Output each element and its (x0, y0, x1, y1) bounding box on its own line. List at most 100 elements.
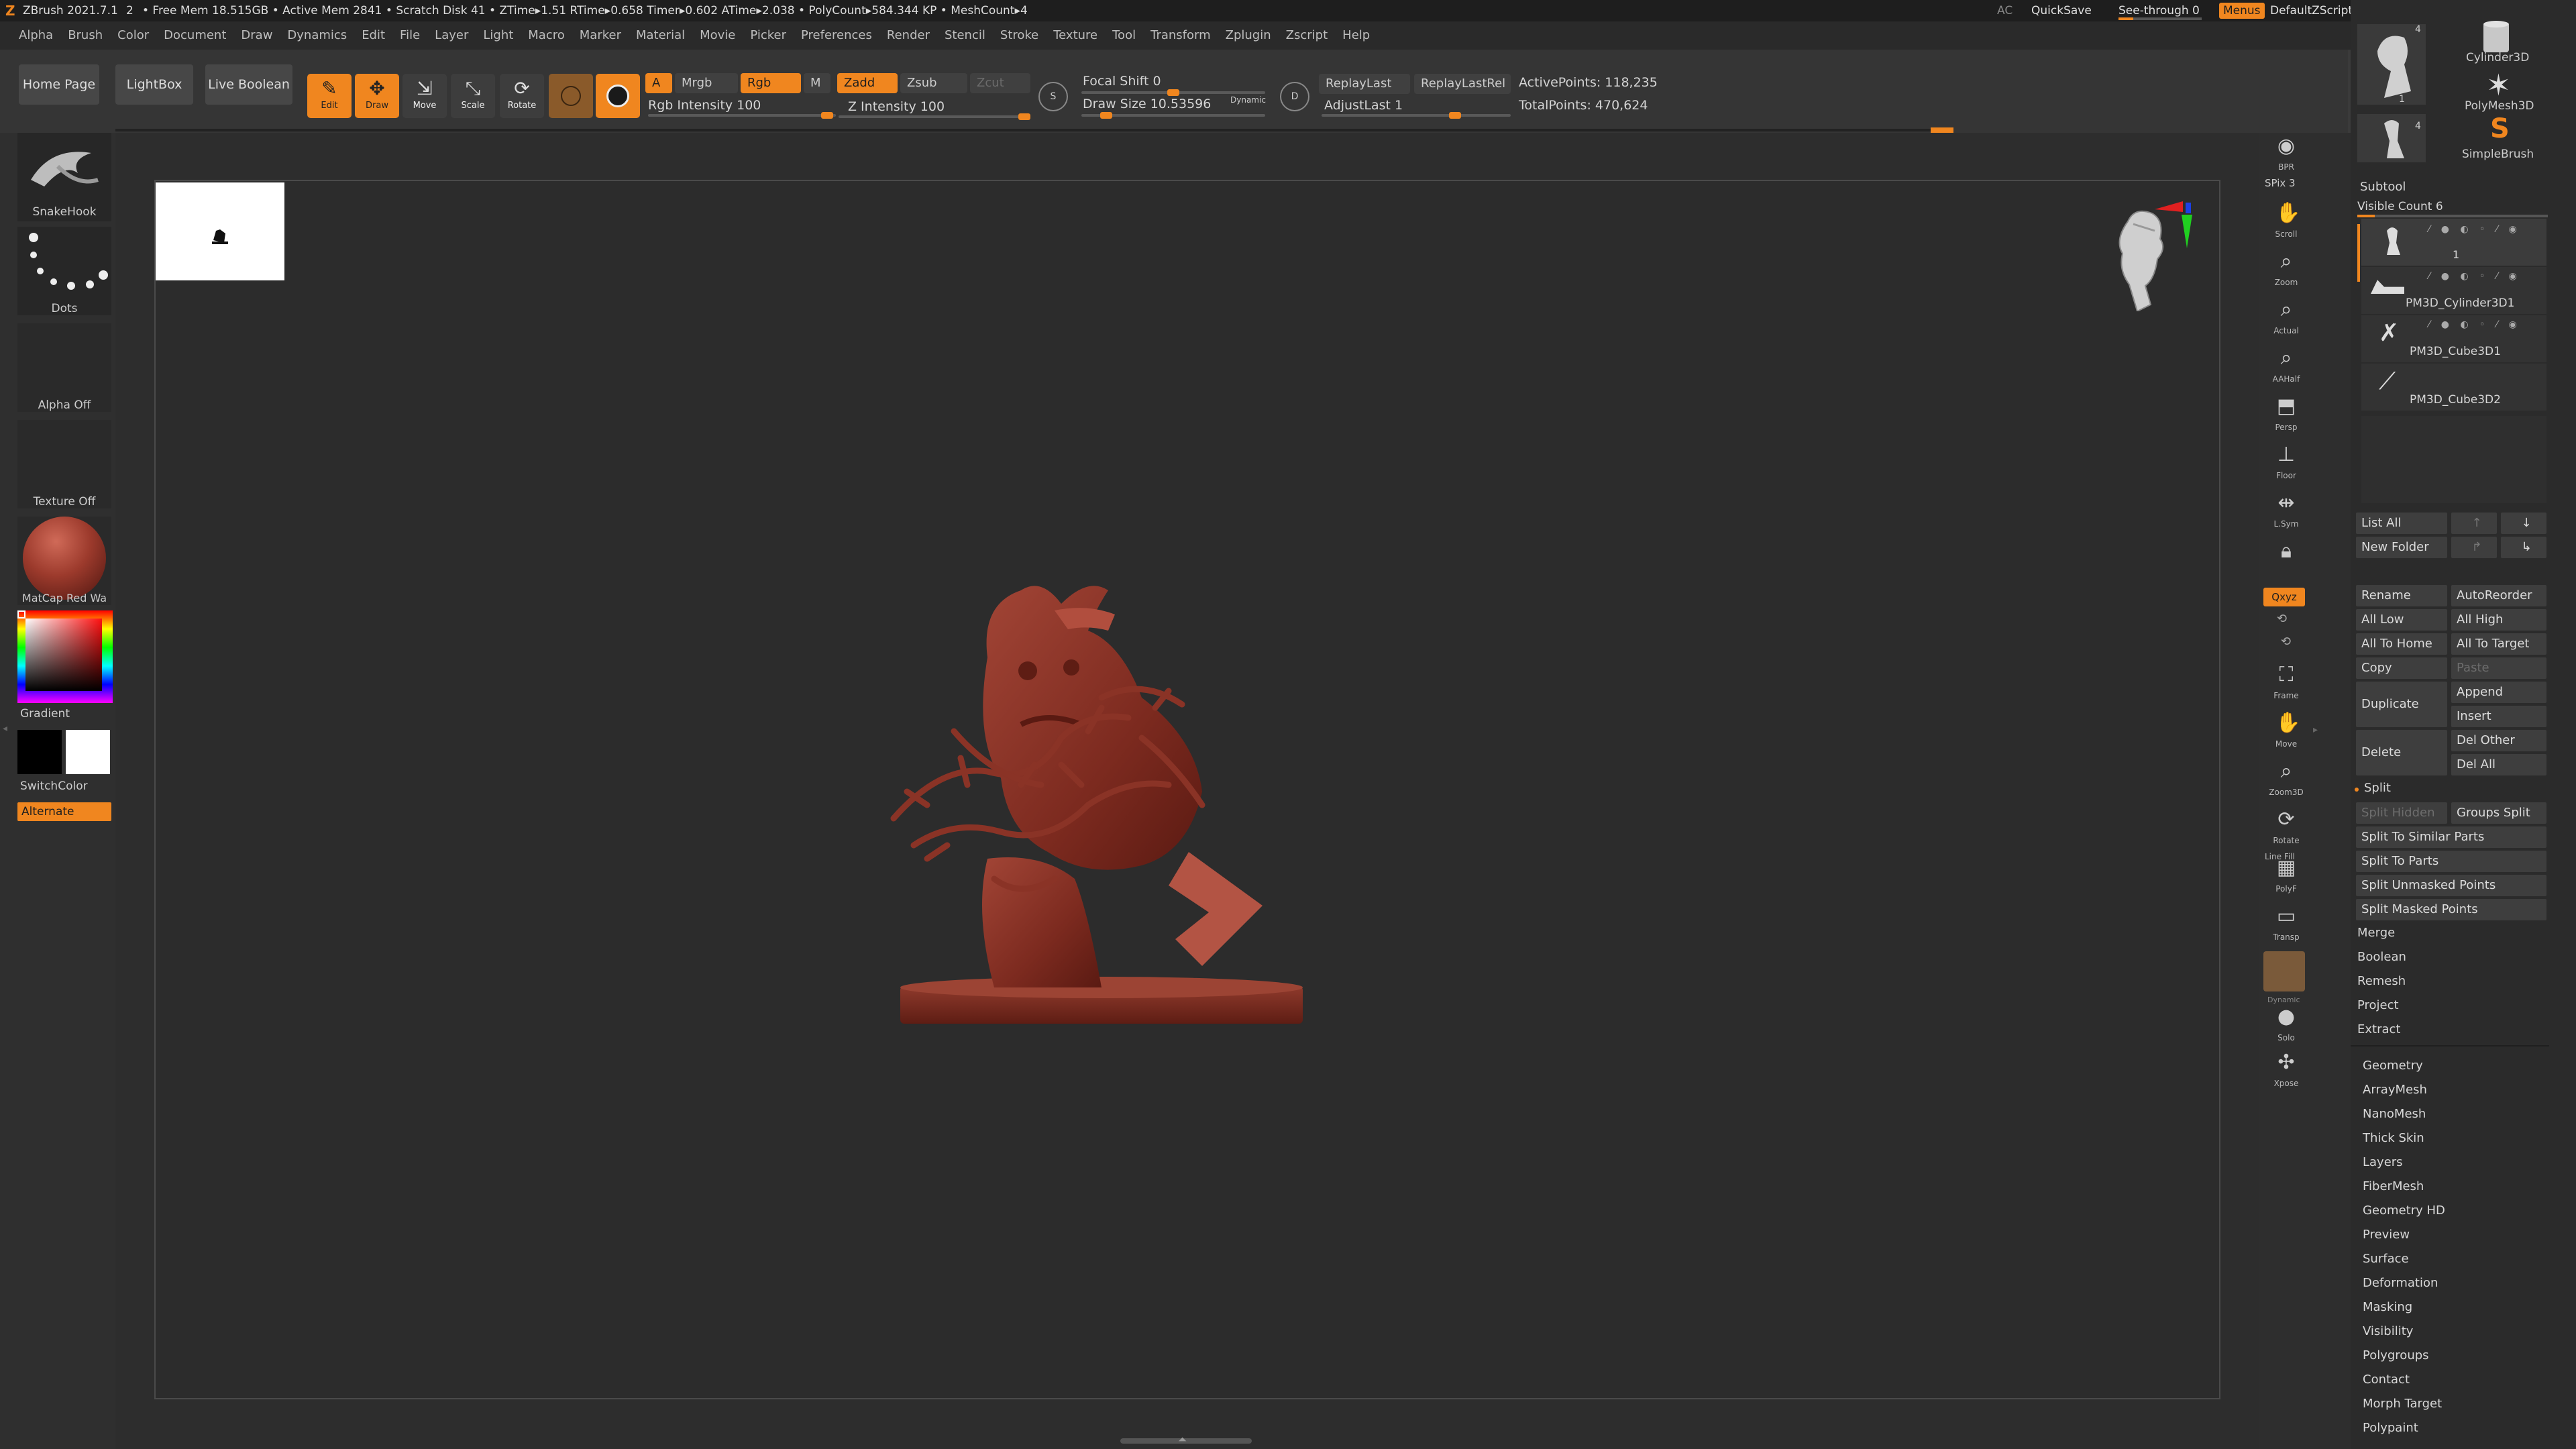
tool-menu-deformation[interactable]: Deformation (2363, 1276, 2438, 1290)
zcut-button[interactable]: Zcut (970, 73, 1030, 93)
menu-item-stroke[interactable]: Stroke (1000, 28, 1038, 42)
append-button[interactable]: Append (2451, 682, 2546, 703)
lsym-button[interactable]: ⇹ L.Sym (2265, 488, 2308, 533)
menu-item-preferences[interactable]: Preferences (801, 28, 872, 42)
move-down-button[interactable]: ↓ (2501, 513, 2546, 534)
remesh-section[interactable]: Remesh (2357, 974, 2406, 988)
split-similar-parts-button[interactable]: Split To Similar Parts (2356, 826, 2546, 848)
menu-item-zscript[interactable]: Zscript (1286, 28, 1328, 42)
merge-section[interactable]: Merge (2357, 926, 2395, 940)
color-picker[interactable] (17, 610, 113, 703)
xpose-button[interactable]: ✣ Xpose (2265, 1048, 2308, 1092)
tool-menu-geometry[interactable]: Geometry (2363, 1059, 2423, 1073)
sculpt-model[interactable] (887, 564, 1316, 1053)
subtool-row-3[interactable]: ✗ ⁄ ● ◐ ◦ ⁄ ◉ PM3D_Cube3D1 (2361, 315, 2546, 362)
menu-item-material[interactable]: Material (636, 28, 685, 42)
draw-size-slider[interactable] (1081, 112, 1265, 119)
a-toggle[interactable]: A (645, 73, 672, 93)
menu-item-transform[interactable]: Transform (1150, 28, 1211, 42)
ghost-button[interactable] (2263, 951, 2305, 991)
zoom-button[interactable]: ⌕ Zoom (2265, 247, 2308, 291)
subtool-header[interactable]: Subtool (2360, 180, 2406, 194)
menu-item-tool[interactable]: Tool (1112, 28, 1136, 42)
home-page-button[interactable]: Home Page (19, 64, 99, 105)
main-color-swatch[interactable] (17, 730, 62, 774)
spix-label[interactable]: SPix 3 (2265, 177, 2296, 189)
subtool-row-2[interactable]: ⁄ ● ◐ ◦ ⁄ ◉ PM3D_Cylinder3D1 (2361, 267, 2546, 314)
rotate-axis-2-icon[interactable]: ⟲ (2281, 635, 2291, 649)
tool-menu-masking[interactable]: Masking (2363, 1300, 2412, 1314)
menu-item-color[interactable]: Color (117, 28, 149, 42)
folder-up-button[interactable]: ↱ (2451, 537, 2497, 558)
sculpt-mode-button[interactable] (596, 74, 640, 118)
xyz-toggle[interactable]: Qxyz (2263, 588, 2305, 606)
zadd-button[interactable]: Zadd (837, 73, 898, 93)
live-boolean-button[interactable]: Live Boolean (205, 64, 292, 105)
bpr-button[interactable]: ◉ BPR (2265, 131, 2308, 176)
move-button[interactable]: ⇲ Move (402, 74, 447, 118)
copy-button[interactable]: Copy (2356, 657, 2447, 679)
replay-last-button[interactable]: ReplayLast (1319, 74, 1410, 94)
menu-item-render[interactable]: Render (887, 28, 930, 42)
tool-menu-contact[interactable]: Contact (2363, 1373, 2410, 1387)
tool-menu-geometry-hd[interactable]: Geometry HD (2363, 1203, 2445, 1218)
navigator-preview[interactable] (156, 182, 284, 280)
rotate-axis-icon[interactable]: ⟲ (2277, 612, 2287, 626)
rgb-intensity-slider[interactable] (648, 112, 836, 119)
project-section[interactable]: Project (2357, 998, 2399, 1012)
canvas[interactable] (154, 180, 2220, 1399)
polymesh3d-thumb[interactable]: ✶ (2486, 71, 2511, 101)
split-section-header[interactable]: Split (2364, 781, 2391, 795)
split-unmasked-button[interactable]: Split Unmasked Points (2356, 875, 2546, 896)
groups-split-button[interactable]: Groups Split (2451, 802, 2546, 824)
simplebrush-thumb[interactable]: S (2490, 115, 2510, 142)
menu-item-edit[interactable]: Edit (362, 28, 385, 42)
menu-item-macro[interactable]: Macro (528, 28, 564, 42)
tool-menu-layers[interactable]: Layers (2363, 1155, 2403, 1169)
tool-menu-arraymesh[interactable]: ArrayMesh (2363, 1083, 2427, 1097)
menu-item-file[interactable]: File (400, 28, 420, 42)
menu-item-marker[interactable]: Marker (580, 28, 621, 42)
subtool-row-1[interactable]: ⁄ ● ◐ ◦ ⁄ ◉ 1 (2361, 219, 2546, 266)
shelf-move-button[interactable]: ✋ Move (2265, 708, 2308, 753)
split-hidden-button[interactable]: Split Hidden (2356, 802, 2447, 824)
lazy-mouse-icon[interactable]: D (1280, 82, 1309, 111)
subtool-toggles-2[interactable]: ⁄ ● ◐ ◦ ⁄ ◉ (2428, 271, 2521, 282)
rgb-button[interactable]: Rgb (741, 73, 801, 93)
zoom3d-button[interactable]: ⌕ Zoom3D (2265, 757, 2308, 801)
frame-button[interactable]: ⛶ Frame (2265, 660, 2308, 704)
bottom-expand-icon[interactable]: ⏶ (1178, 1433, 1187, 1446)
subtool-list-scrollbar[interactable] (2361, 416, 2546, 503)
z-intensity-slider[interactable] (839, 113, 1030, 120)
auto-reorder-button[interactable]: AutoReorder (2451, 585, 2546, 606)
boolean-section[interactable]: Boolean (2357, 950, 2406, 964)
extract-section[interactable]: Extract (2357, 1022, 2400, 1036)
menu-item-texture[interactable]: Texture (1053, 28, 1097, 42)
all-low-button[interactable]: All Low (2356, 609, 2447, 631)
tool-menu-polygroups[interactable]: Polygroups (2363, 1348, 2429, 1362)
menu-item-movie[interactable]: Movie (700, 28, 735, 42)
aahalf-button[interactable]: ⌕ AAHalf (2265, 343, 2308, 388)
menu-item-light[interactable]: Light (483, 28, 513, 42)
ac-button[interactable]: AC (1997, 0, 2012, 21)
new-folder-button[interactable]: New Folder (2356, 537, 2447, 558)
split-masked-button[interactable]: Split Masked Points (2356, 899, 2546, 920)
rotate-button[interactable]: ⟳ Rotate (500, 74, 544, 118)
subtool-toggles-1[interactable]: ⁄ ● ◐ ◦ ⁄ ◉ (2428, 224, 2521, 235)
list-all-button[interactable]: List All (2356, 513, 2447, 534)
menus-toggle[interactable]: Menus (2219, 3, 2265, 19)
tool-menu-visibility[interactable]: Visibility (2363, 1324, 2413, 1338)
all-high-button[interactable]: All High (2451, 609, 2546, 631)
adjust-last-slider[interactable] (1322, 112, 1511, 119)
menu-item-help[interactable]: Help (1342, 28, 1370, 42)
orientation-gizmo[interactable] (2088, 197, 2195, 313)
tool-thumb-current[interactable] (2357, 24, 2426, 105)
draw-button[interactable]: ✥ Draw (355, 74, 399, 118)
edit-button[interactable]: ✎ Edit (307, 74, 352, 118)
menu-item-dynamics[interactable]: Dynamics (287, 28, 347, 42)
tool-menu-surface[interactable]: Surface (2363, 1252, 2409, 1266)
tool-menu-polypaint[interactable]: Polypaint (2363, 1421, 2418, 1435)
tray-collapse-handle[interactable]: ◂ (3, 723, 9, 750)
scale-button[interactable]: ⤡ Scale (451, 74, 495, 118)
shelf-rotate-button[interactable]: ⟳ Rotate (2265, 805, 2308, 849)
